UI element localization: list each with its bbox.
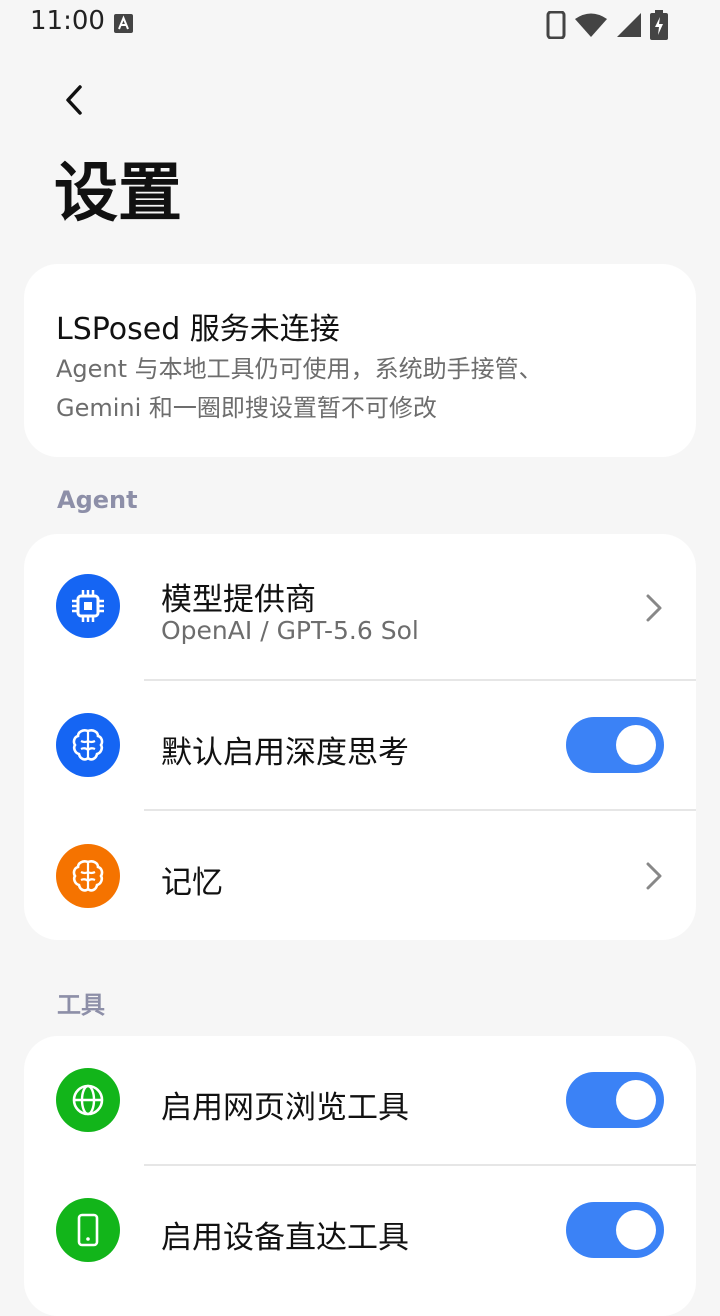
model-provider-title: 模型提供商 [161,582,316,618]
memory-row[interactable]: 记忆 [24,811,696,940]
battery-charging-icon [650,10,668,40]
autofill-icon [114,14,133,33]
status-icons [546,10,668,40]
wifi-icon [575,13,607,37]
agent-settings-card: 模型提供商 OpenAI / GPT-5.6 Sol 默认启用深度思考 记忆 [24,534,696,940]
deep-think-row[interactable]: 默认启用深度思考 [24,681,696,809]
back-button[interactable] [50,76,98,124]
device-direct-toggle[interactable] [566,1202,664,1258]
back-arrow-icon [66,85,82,115]
model-provider-row[interactable]: 模型提供商 OpenAI / GPT-5.6 Sol [24,534,696,680]
deep-think-title: 默认启用深度思考 [161,735,409,771]
deep-think-toggle[interactable] [566,717,664,773]
model-provider-value: OpenAI / GPT-5.6 Sol [161,616,419,645]
page-title: 设置 [54,157,182,231]
lsposed-desc-line-2: Gemini 和一圈即搜设置暂不可修改 [56,394,437,422]
status-time: 11:00 [30,6,105,36]
signal-icon [617,13,641,37]
phone-icon [56,1198,120,1262]
tools-settings-card: 启用网页浏览工具 启用设备直达工具 [24,1036,696,1316]
lsposed-status-title: LSPosed 服务未连接 [56,312,340,347]
section-label-tools: 工具 [57,991,105,1019]
vibrate-phone-icon [546,11,566,39]
device-direct-title: 启用设备直达工具 [161,1220,409,1256]
toggle-knob [616,1210,656,1250]
chevron-right-icon [646,862,662,890]
web-browsing-row[interactable]: 启用网页浏览工具 [24,1036,696,1164]
toggle-knob [616,1080,656,1120]
lsposed-status-description: Agent 与本地工具仍可使用，系统助手接管、 Gemini 和一圈即搜设置暂不… [56,350,656,428]
memory-title: 记忆 [161,865,223,901]
toggle-knob [616,725,656,765]
brain-icon [56,713,120,777]
status-bar: 11:00 [0,0,720,48]
web-browsing-title: 启用网页浏览工具 [161,1090,409,1126]
brain-icon [56,844,120,908]
web-browsing-toggle[interactable] [566,1072,664,1128]
globe-icon [56,1068,120,1132]
device-direct-row[interactable]: 启用设备直达工具 [24,1166,696,1296]
lsposed-desc-line-1: Agent 与本地工具仍可使用，系统助手接管、 [56,355,543,383]
chip-icon [56,574,120,638]
section-label-agent: Agent [57,486,138,514]
chevron-right-icon [646,594,662,622]
lsposed-status-card: LSPosed 服务未连接 Agent 与本地工具仍可使用，系统助手接管、 Ge… [24,264,696,457]
